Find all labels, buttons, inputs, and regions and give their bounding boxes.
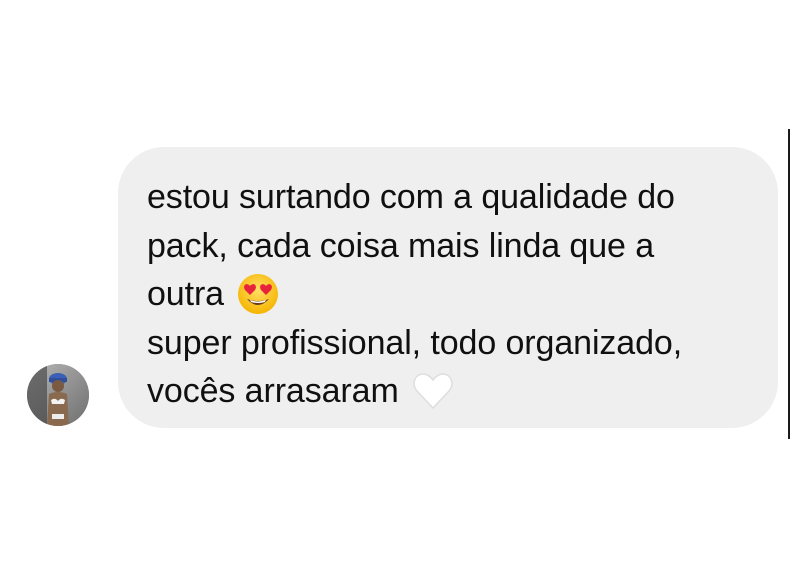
white-heart-emoji-icon <box>411 369 455 413</box>
heart-eyes-emoji-icon <box>236 272 280 316</box>
message-line-5: vocês arrasaram <box>147 372 399 410</box>
chat-view: estou surtando com a qualidade do pack, … <box>0 0 800 568</box>
message-line-3: outra <box>147 275 224 313</box>
message-bubble[interactable]: estou surtando com a qualidade do pack, … <box>118 147 778 428</box>
message-line-2: pack, cada coisa mais linda que a <box>147 226 654 265</box>
message-line-5-row: vocês arrasaram <box>147 367 750 416</box>
message-line-1: estou surtando com a qualidade do <box>147 178 675 216</box>
message-line-4: super profissional, todo organizado, <box>147 323 683 362</box>
avatar-photo-icon <box>27 364 89 426</box>
message-line-3-row: outra <box>147 270 750 319</box>
sender-avatar[interactable] <box>27 364 89 426</box>
screen-edge-divider <box>788 129 790 439</box>
